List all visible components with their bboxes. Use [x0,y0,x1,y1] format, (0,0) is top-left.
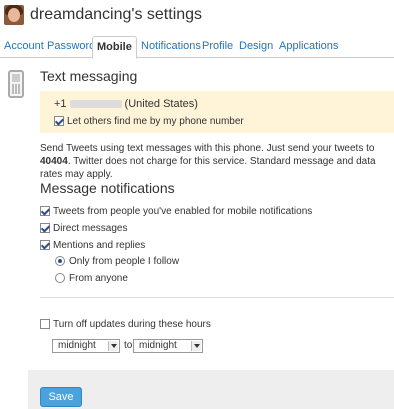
page-title: dreamdancing's settings [30,6,203,23]
tab-profile[interactable]: Profile [198,36,237,58]
phone-number-line: +1 (United States) [54,98,198,110]
notify-mentions-option[interactable]: Mentions and replies [40,240,145,251]
notify-dm-label: Direct messages [53,223,128,234]
tab-applications[interactable]: Applications [275,36,342,58]
notify-tweets-label: Tweets from people you've enabled for mo… [53,206,313,217]
notify-mentions-checkbox[interactable] [40,240,50,251]
form-footer: Save [28,370,394,409]
quiet-hours-to-label: to [124,340,133,351]
quiet-hours-to-value: midnight [139,340,177,351]
quiet-hours-from-select[interactable]: midnight [52,339,120,353]
quiet-hours-option[interactable]: Turn off updates during these hours [40,319,211,330]
mentions-following-label: Only from people I follow [69,256,180,267]
notify-tweets-checkbox[interactable] [40,206,50,217]
find-me-label: Let others find me by my phone number [67,116,244,127]
page-header: dreamdancing's settings [0,0,394,36]
tab-notifications[interactable]: Notifications [137,36,205,58]
chevron-down-icon[interactable] [191,341,201,351]
country-code: +1 [54,98,67,110]
quiet-hours-from-value: midnight [58,340,96,351]
sms-description-part2: . Twitter does not charge for this servi… [40,156,376,180]
mentions-anyone-option[interactable]: From anyone [55,273,128,284]
quiet-hours-to-select[interactable]: midnight [133,339,203,353]
mentions-anyone-radio[interactable] [55,273,65,284]
message-notifications-heading: Message notifications [40,180,175,196]
mentions-following-option[interactable]: Only from people I follow [55,256,179,267]
tab-mobile[interactable]: Mobile [92,36,137,59]
save-button[interactable]: Save [40,387,82,407]
avatar[interactable] [4,5,24,25]
quiet-hours-checkbox[interactable] [40,319,50,330]
chevron-down-icon[interactable] [108,341,118,351]
find-me-checkbox[interactable] [54,116,64,127]
settings-tabs: Account Password Mobile Notifications Pr… [0,36,394,59]
phone-screen [12,74,20,82]
quiet-hours-label: Turn off updates during these hours [53,319,211,330]
notify-dm-checkbox[interactable] [40,223,50,234]
avatar-face [8,8,20,22]
country-name: (United States) [124,98,198,110]
masked-phone-number [69,100,122,109]
mobile-phone-icon [8,70,24,98]
tab-password[interactable]: Password [43,36,99,58]
phone-number-box: +1 (United States) Let others find me by … [40,91,394,133]
phone-keypad [12,84,20,94]
tab-account[interactable]: Account [0,36,48,58]
mentions-following-radio[interactable] [55,256,65,267]
sms-shortcode: 40404 [40,156,68,167]
section-divider [40,297,394,298]
sms-description: Send Tweets using text messages with thi… [40,142,394,181]
find-me-option[interactable]: Let others find me by my phone number [54,116,244,127]
text-messaging-heading: Text messaging [40,68,138,84]
mentions-anyone-label: From anyone [69,273,128,284]
tab-design[interactable]: Design [235,36,277,58]
sms-description-part1: Send Tweets using text messages with thi… [40,143,375,154]
notify-tweets-option[interactable]: Tweets from people you've enabled for mo… [40,206,312,217]
notify-mentions-label: Mentions and replies [53,240,146,251]
notify-dm-option[interactable]: Direct messages [40,223,127,234]
